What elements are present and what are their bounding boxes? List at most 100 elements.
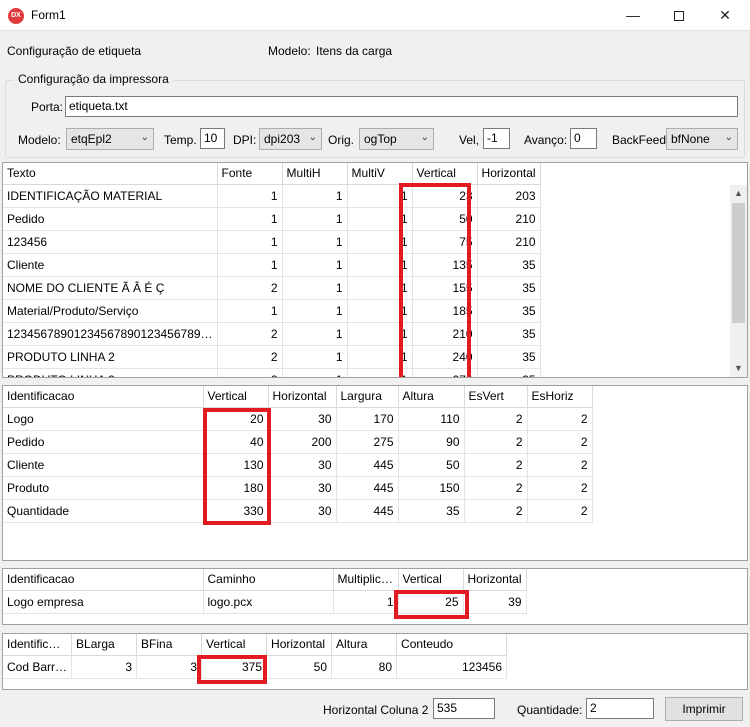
cell-vertical[interactable]: 23 [412,184,478,208]
cell-bfina[interactable]: 3 [136,655,203,679]
print-button[interactable]: Imprimir [665,697,743,721]
cell-vertical[interactable]: 330 [203,499,269,523]
table-row[interactable]: PRODUTO LINHA 2 2 1 1 240 35 [3,345,541,369]
cell-texto[interactable]: Cliente [3,253,218,277]
cell-multiv[interactable]: 1 [347,368,413,377]
cell-identificacao[interactable]: Logo [3,407,204,431]
cell-vertical[interactable]: 155 [412,276,478,300]
cell-horizontal[interactable]: 210 [477,230,541,254]
cell-vertical[interactable]: 40 [203,430,269,454]
quantidade-input[interactable]: 2 [586,698,654,719]
cell-horizontal[interactable]: 210 [477,207,541,231]
cell-texto[interactable]: 123456 [3,230,218,254]
cell-horizontal[interactable]: 30 [268,476,337,500]
cell-multih[interactable]: 1 [282,299,348,323]
cell-fonte[interactable]: 1 [217,299,283,323]
cell-vertical[interactable]: 185 [412,299,478,323]
cell-multih[interactable]: 1 [282,345,348,369]
cell-horizontal[interactable]: 50 [266,655,333,679]
cell-caminho[interactable]: logo.pcx [203,590,334,614]
cell-multiplicador[interactable]: 1 [333,590,399,614]
avanco-input[interactable]: 0 [570,128,597,149]
cell-multih[interactable]: 1 [282,184,348,208]
cell-esvert[interactable]: 2 [464,453,528,477]
cell-multiv[interactable]: 1 [347,299,413,323]
cell-texto[interactable]: 12345678901234567890123456789… [3,322,218,346]
col-horizontal[interactable]: Horizontal [463,569,527,591]
cell-identificacao[interactable]: Logo empresa [3,590,204,614]
table-row[interactable]: Quantidade 330 30 445 35 2 2 [3,499,593,523]
cell-identificacao[interactable]: Produto [3,476,204,500]
table-row[interactable]: Logo empresa logo.pcx 1 25 39 [3,590,527,614]
table-row[interactable]: 123456 1 1 1 75 210 [3,230,541,254]
boxes-grid[interactable]: Identificacao Vertical Horizontal Largur… [2,385,748,561]
cell-multiv[interactable]: 1 [347,322,413,346]
col-horizontal[interactable]: Horizontal [266,634,333,656]
table-row[interactable]: PRODUTO LINHA 3 2 1 1 270 35 [3,368,541,377]
cell-horizontal[interactable]: 35 [477,299,541,323]
col-altura[interactable]: Altura [331,634,398,656]
col-vertical[interactable]: Vertical [201,634,268,656]
cell-fonte[interactable]: 1 [217,253,283,277]
cell-conteudo[interactable]: 123456 [396,655,508,679]
col-caminho[interactable]: Caminho [203,569,334,591]
minimize-button[interactable]: — [610,0,656,31]
col-multih[interactable]: MultiH [282,163,348,185]
cell-texto[interactable]: PRODUTO LINHA 3 [3,368,218,377]
col-fonte[interactable]: Fonte [217,163,283,185]
cell-multiv[interactable]: 1 [347,207,413,231]
cell-horizontal[interactable]: 35 [477,276,541,300]
text-fields-grid[interactable]: Texto Fonte MultiH MultiV Vertical Horiz… [2,162,748,378]
cell-multiv[interactable]: 1 [347,253,413,277]
vel-input[interactable]: -1 [483,128,510,149]
cell-horizontal[interactable]: 30 [268,499,337,523]
cell-eshoriz[interactable]: 2 [527,499,593,523]
images-grid[interactable]: Identificacao Caminho Multiplic… Vertica… [2,568,748,625]
modelo-select[interactable]: etqEpl2 ⌄ [66,128,154,150]
cell-fonte[interactable]: 1 [217,230,283,254]
cell-fonte[interactable]: 2 [217,345,283,369]
cell-eshoriz[interactable]: 2 [527,430,593,454]
cell-identificacao[interactable]: Quantidade [3,499,204,523]
cell-esvert[interactable]: 2 [464,430,528,454]
cell-identificacao[interactable]: Pedido [3,430,204,454]
cell-eshoriz[interactable]: 2 [527,453,593,477]
close-button[interactable]: ✕ [702,0,748,31]
cell-vertical[interactable]: 240 [412,345,478,369]
cell-eshoriz[interactable]: 2 [527,407,593,431]
cell-horizontal[interactable]: 30 [268,453,337,477]
cell-largura[interactable]: 170 [336,407,399,431]
cell-altura[interactable]: 35 [398,499,465,523]
cell-vertical[interactable]: 130 [203,453,269,477]
cell-horizontal[interactable]: 39 [463,590,527,614]
cell-largura[interactable]: 445 [336,499,399,523]
col-eshoriz[interactable]: EsHoriz [527,386,593,408]
backfeed-select[interactable]: bfNone ⌄ [666,128,738,150]
cell-identificacao[interactable]: Cliente [3,453,204,477]
cell-texto[interactable]: NOME DO CLIENTE Ã Â É Ç [3,276,218,300]
table-row[interactable]: Cod Barr… 3 3 375 50 80 123456 [3,655,508,679]
cell-fonte[interactable]: 2 [217,368,283,377]
cell-esvert[interactable]: 2 [464,407,528,431]
cell-vertical[interactable]: 25 [398,590,464,614]
cell-multiv[interactable]: 1 [347,184,413,208]
table-row[interactable]: Cliente 130 30 445 50 2 2 [3,453,593,477]
cell-multiv[interactable]: 1 [347,230,413,254]
cell-vertical[interactable]: 50 [412,207,478,231]
cell-vertical[interactable]: 210 [412,322,478,346]
col-multiplicador[interactable]: Multiplic… [333,569,399,591]
cell-horizontal[interactable]: 35 [477,345,541,369]
scroll-up-icon[interactable]: ▲ [730,185,747,202]
cell-vertical[interactable]: 375 [201,655,268,679]
temp-input[interactable]: 10 [200,128,225,149]
cell-largura[interactable]: 445 [336,453,399,477]
cell-vertical[interactable]: 75 [412,230,478,254]
cell-vertical[interactable]: 20 [203,407,269,431]
cell-multih[interactable]: 1 [282,368,348,377]
col-altura[interactable]: Altura [398,386,465,408]
col-multiv[interactable]: MultiV [347,163,413,185]
table-row[interactable]: Produto 180 30 445 150 2 2 [3,476,593,500]
col-vertical[interactable]: Vertical [398,569,464,591]
col-horizontal[interactable]: Horizontal [477,163,541,185]
col-identificacao[interactable]: Identificacao [3,569,204,591]
